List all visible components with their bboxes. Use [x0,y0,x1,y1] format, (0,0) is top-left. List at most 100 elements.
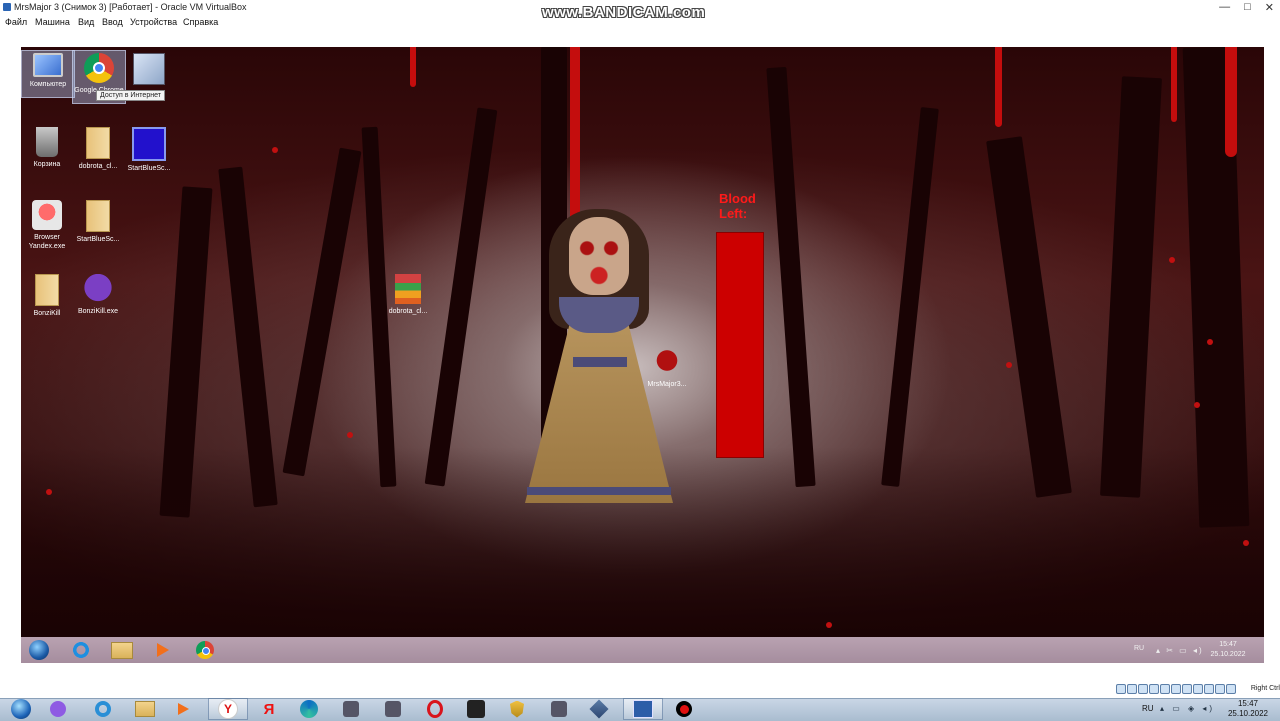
blood-drop [1207,339,1213,345]
menu-view[interactable]: Вид [78,17,94,27]
guest-taskbar-explorer[interactable] [111,640,133,660]
host-taskbar-app[interactable] [457,699,495,719]
desktop-icon-computer[interactable]: Компьютер [21,50,75,98]
edge-icon [300,700,318,718]
host-system-tray[interactable]: ▴ ▭ ◈ ◂) [1160,704,1215,713]
blood-drop [46,489,52,495]
host-taskbar-app[interactable]: Я [250,699,288,719]
menu-help[interactable]: Справка [183,17,218,27]
doll-app-icon [652,347,682,377]
minimize-button[interactable]: — [1219,1,1230,14]
host-taskbar-app[interactable] [290,699,328,719]
cpu-status-icon[interactable] [1204,684,1214,694]
blood-drop [826,622,832,628]
hdd-status-icon[interactable] [1116,684,1126,694]
menu-input[interactable]: Ввод [102,17,123,27]
blood-drop [1169,257,1175,263]
blood-drip [1225,47,1237,157]
desktop-icon-label: Browser Yandex.exe [28,234,66,250]
host-taskbar-app[interactable] [126,699,164,719]
guest-taskbar-ie[interactable] [70,640,92,660]
guest-taskbar-media[interactable] [152,640,174,660]
optical-status-icon[interactable] [1127,684,1137,694]
guest-clock[interactable]: 15:47 25.10.2022 [1203,640,1253,660]
guest-system-tray[interactable]: ▴ ✂ ▭ ◂) [1156,646,1204,655]
warships-icon [551,701,567,717]
host-taskbar-app[interactable]: Y [208,698,248,720]
desktop-icon-startbluescreen-app[interactable]: StartBlueSc... [123,125,175,173]
computer-icon [33,53,63,77]
guest-clock-date: 25.10.2022 [1210,651,1246,658]
desktop-icon-mrsmajor[interactable]: MrsMajor3... [641,345,693,389]
desktop-icon-virtualbox[interactable] [123,51,175,88]
blood-drop [1194,402,1200,408]
folder-icon [86,200,110,232]
menu-devices[interactable]: Устройства [130,17,177,27]
desktop-icon-dobrota-archive[interactable]: dobrota_cl... [382,272,434,316]
explorer-folder-icon [135,701,155,717]
desktop-icon-dobrota-folder[interactable]: dobrota_cl... [72,125,124,171]
guest-start-button[interactable] [28,640,50,660]
host-key-label: Right Ctrl [1250,685,1280,692]
blood-drop [272,147,278,153]
guest-taskbar-chrome[interactable] [194,640,216,660]
keyboard-status-icon[interactable] [1226,684,1236,694]
recycle-bin-icon [36,127,58,157]
host-taskbar-app[interactable] [623,698,663,720]
desktop-icon-bonzikill-folder[interactable]: BonziKill [21,272,73,318]
host-start-button[interactable] [2,699,40,719]
network-status-icon[interactable] [1149,684,1159,694]
guest-language-indicator[interactable]: RU [1134,645,1144,652]
folder-icon [86,127,110,159]
host-clock-date: 25.10.2022 [1227,709,1269,718]
menu-machine[interactable]: Машина [35,17,70,27]
bonzi-icon [83,274,113,304]
host-taskbar-app[interactable] [374,699,412,719]
display-status-icon[interactable] [1182,684,1192,694]
maximize-button[interactable]: □ [1244,1,1251,14]
host-language-indicator[interactable]: RU [1142,704,1154,713]
archive-icon [395,274,421,304]
recording-status-icon[interactable] [1193,684,1203,694]
close-button[interactable]: ✕ [1265,1,1274,14]
tree-trunk [1100,76,1162,498]
media-player-icon [177,703,189,715]
blood-left-meter [716,232,764,458]
host-taskbar-app[interactable] [84,699,122,719]
host-taskbar-app[interactable] [665,699,703,719]
virtualbox-icon [133,53,165,85]
host-taskbar-app[interactable] [580,699,618,719]
game-icon [467,700,485,718]
shared-folder-status-icon[interactable] [1171,684,1181,694]
host-clock-time: 15:47 [1237,699,1259,708]
blood-left-label: Blood Left: [719,191,756,221]
host-taskbar-app[interactable] [540,699,578,719]
menu-file[interactable]: Файл [5,17,27,27]
yandex-browser-icon [32,200,62,230]
window-app-icon [132,127,166,161]
host-taskbar-app[interactable] [164,699,202,719]
tree-trunk [986,136,1072,498]
world-of-warships-icon [385,701,401,717]
mouse-status-icon[interactable] [1215,684,1225,694]
start-orb-icon [29,640,49,660]
usb-status-icon[interactable] [1160,684,1170,694]
desktop-icon-yandex-browser[interactable]: Browser Yandex.exe [21,198,73,251]
yandex-browser-icon: Y [218,699,238,719]
host-taskbar-app[interactable] [498,699,536,719]
host-taskbar-app[interactable] [332,699,370,719]
desktop-icon-recycle-bin[interactable]: Корзина [21,125,73,169]
host-menu-bar: Файл Машина Вид Ввод Устройства Справка [0,15,1280,29]
start-orb-icon [11,699,31,719]
desktop-icon-startbluescreen-folder[interactable]: StartBlueSc... [72,198,124,244]
desktop-icon-bonzikill-exe[interactable]: BonziKill.exe [72,272,124,316]
host-taskbar-app[interactable] [416,699,454,719]
host-clock[interactable]: 15:47 25.10.2022 [1224,699,1272,719]
purple-app-icon [50,701,66,717]
host-taskbar-app[interactable] [39,699,77,719]
media-player-icon [157,643,169,657]
audio-status-icon[interactable] [1138,684,1148,694]
blood-drop [1243,540,1249,546]
guest-desktop[interactable]: Компьютер Google Chrome Корзина dobrota_… [21,47,1264,637]
bandicam-record-icon [676,701,692,717]
